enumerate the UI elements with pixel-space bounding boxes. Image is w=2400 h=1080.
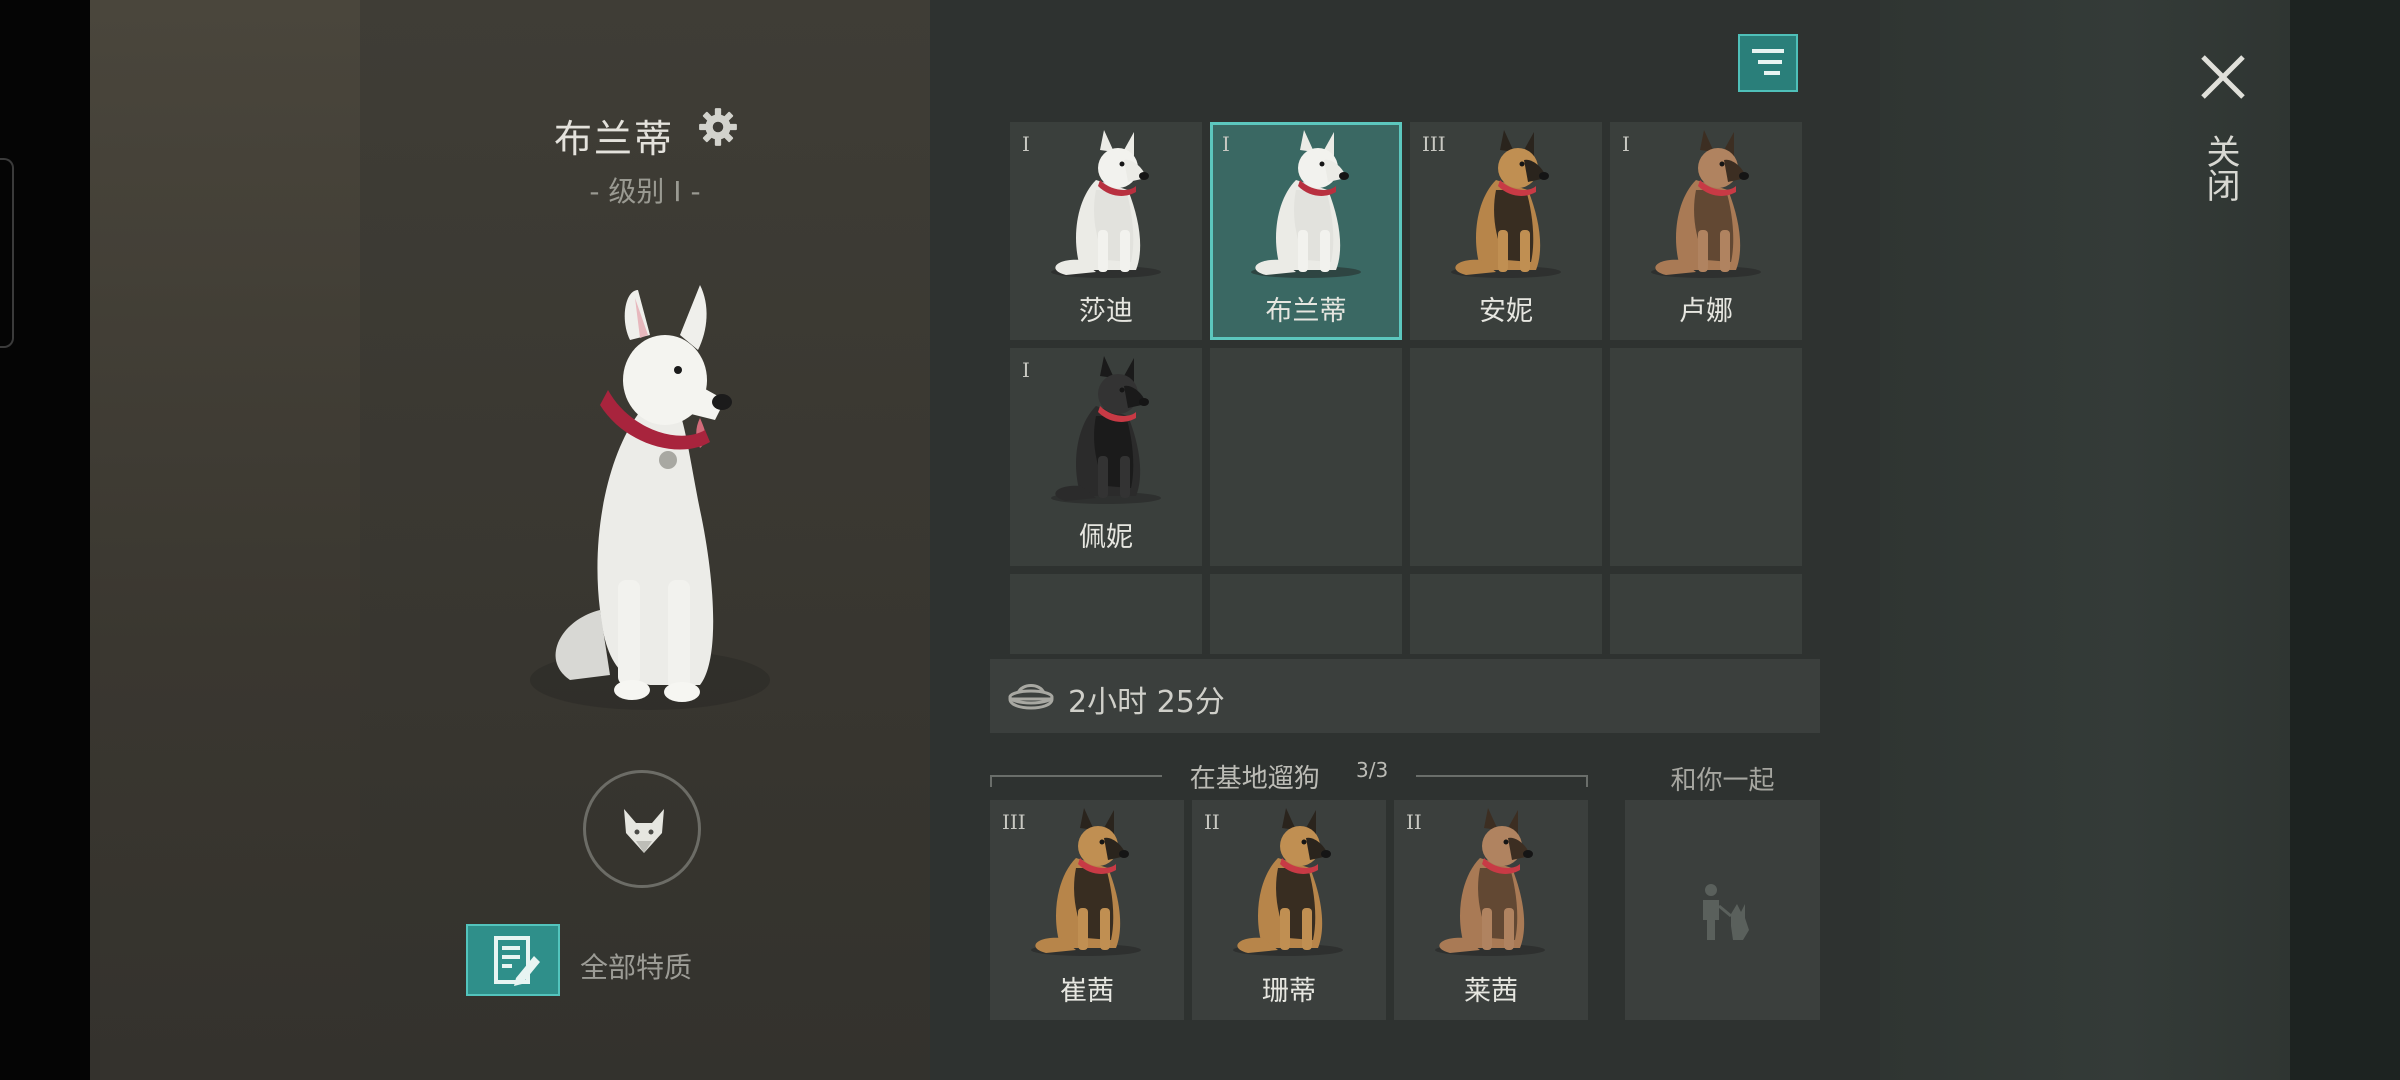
with-you-slot[interactable]	[1625, 800, 1820, 1020]
dog-portrait	[1251, 130, 1361, 278]
dog-slot-name: 佩妮	[1079, 522, 1133, 553]
dog-level: - 级别 I -	[589, 175, 701, 208]
dog-portrait	[1435, 808, 1545, 956]
base-walk-title: 在基地遛狗	[1175, 764, 1334, 794]
screen-edge-right	[2290, 0, 2400, 1080]
walk-dog-name: 崔茜	[1060, 976, 1114, 1007]
dog-slot-name: 布兰蒂	[1265, 296, 1347, 327]
dog-command-button[interactable]	[583, 770, 701, 888]
empty-dog-slot[interactable]	[1610, 574, 1802, 654]
dog-bowl-icon	[1008, 684, 1054, 710]
all-traits-button[interactable]	[466, 924, 560, 996]
walk-dog-name: 莱茜	[1464, 976, 1518, 1007]
with-you-label: 和你一起	[1670, 766, 1775, 796]
walk-dog-slot[interactable]: III 崔茜	[990, 800, 1184, 1020]
dog-rank: III	[1422, 132, 1446, 156]
base-walk-count: 3/3	[1342, 758, 1403, 782]
filter-button[interactable]	[1738, 34, 1798, 92]
dog-slot[interactable]: I 卢娜	[1610, 122, 1802, 340]
device-edge	[0, 158, 14, 348]
feed-timer: 2小时 25分	[990, 659, 1820, 733]
walk-dog-name: 珊蒂	[1262, 976, 1316, 1007]
close-label[interactable]: 关闭	[2200, 134, 2240, 202]
dog-portrait	[1651, 130, 1761, 278]
empty-dog-slot[interactable]	[1410, 574, 1602, 654]
empty-dog-slot[interactable]	[1210, 348, 1402, 566]
walk-dog-slot[interactable]: II 莱茜	[1394, 800, 1588, 1020]
base-walk-header: 在基地遛狗 3/3	[990, 758, 1588, 794]
dog-rank: I	[1222, 132, 1230, 156]
empty-dog-slot[interactable]	[1410, 348, 1602, 566]
dog-portrait	[1451, 130, 1561, 278]
dog-slot-name: 安妮	[1479, 296, 1533, 327]
dog-rank: I	[1022, 358, 1030, 382]
dog-slot-name: 卢娜	[1679, 296, 1733, 327]
dog-slot[interactable]: I 布兰蒂	[1210, 122, 1402, 340]
feed-timer-text: 2小时 25分	[1068, 685, 1225, 720]
gear-icon[interactable]	[697, 106, 739, 148]
dog-slot-name: 莎迪	[1079, 296, 1133, 327]
dog-rank: III	[1002, 810, 1026, 834]
dog-slot[interactable]: III 安妮	[1410, 122, 1602, 340]
empty-dog-slot[interactable]	[1210, 574, 1402, 654]
all-traits-label[interactable]: 全部特质	[580, 946, 692, 986]
screen-edge-left	[0, 0, 90, 1080]
dog-rank: II	[1204, 810, 1220, 834]
dog-portrait	[1031, 808, 1141, 956]
dog-rank: II	[1406, 810, 1422, 834]
dog-name: 布兰蒂	[554, 117, 675, 161]
dog-3d-model[interactable]	[500, 280, 790, 730]
empty-dog-slot[interactable]	[1010, 574, 1202, 654]
dog-rank: I	[1022, 132, 1030, 156]
person-with-dog-icon	[1703, 884, 1749, 940]
filter-icon	[1752, 49, 1784, 75]
dog-portrait	[1051, 130, 1161, 278]
walk-dog-slot[interactable]: II 珊蒂	[1192, 800, 1386, 1020]
dog-rank: I	[1622, 132, 1630, 156]
dog-portrait	[1233, 808, 1343, 956]
dog-slot[interactable]: I 莎迪	[1010, 122, 1202, 340]
close-icon[interactable]	[2198, 52, 2248, 102]
fox-icon	[624, 809, 664, 853]
backdrop-left	[90, 0, 360, 1080]
dog-slot[interactable]: I 佩妮	[1010, 348, 1202, 566]
notepad-edit-icon	[494, 936, 540, 986]
dog-portrait	[1051, 356, 1161, 504]
empty-dog-slot[interactable]	[1610, 348, 1802, 566]
